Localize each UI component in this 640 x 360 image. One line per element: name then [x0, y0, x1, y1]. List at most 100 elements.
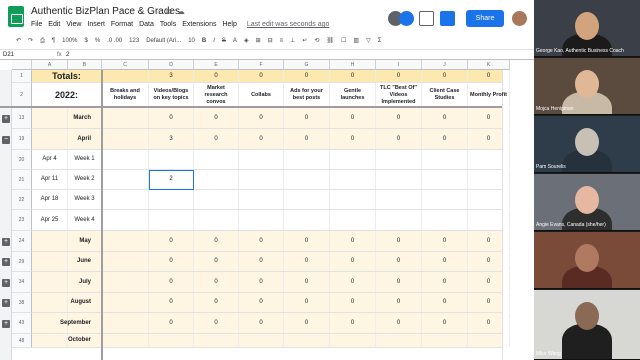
date-cell[interactable]: [32, 293, 68, 312]
participant-tile[interactable]: Mike Wang: [534, 290, 640, 360]
value-cell[interactable]: 0: [376, 293, 422, 312]
value-cell[interactable]: 0: [284, 272, 330, 292]
totals-value[interactable]: 3: [149, 70, 194, 82]
value-cell[interactable]: 0: [194, 313, 239, 333]
column-title[interactable]: Monthly Profit: [468, 83, 510, 107]
value-cell[interactable]: [330, 334, 376, 347]
totals-value[interactable]: 0: [376, 70, 422, 82]
value-cell[interactable]: [330, 190, 376, 209]
column-header[interactable]: J: [422, 60, 468, 70]
value-cell[interactable]: 0: [149, 252, 194, 271]
column-title[interactable]: Ads for your best posts: [284, 83, 330, 107]
value-cell[interactable]: 0: [149, 231, 194, 251]
chart-icon[interactable]: ▥: [353, 38, 359, 44]
value-cell[interactable]: 0: [149, 313, 194, 333]
value-cell[interactable]: [376, 190, 422, 209]
value-cell[interactable]: [194, 334, 239, 347]
value-cell[interactable]: 0: [468, 313, 510, 333]
menu-format[interactable]: Format: [111, 21, 133, 28]
value-cell[interactable]: 0: [239, 313, 284, 333]
value-cell[interactable]: 0: [422, 293, 468, 312]
column-title[interactable]: Gentle launches: [330, 83, 376, 107]
value-cell[interactable]: 0: [330, 293, 376, 312]
value-cell[interactable]: [284, 210, 330, 230]
value-cell[interactable]: 0: [149, 293, 194, 312]
value-cell[interactable]: 0: [194, 272, 239, 292]
value-cell[interactable]: 0: [284, 313, 330, 333]
selected-cell[interactable]: [149, 170, 194, 190]
row-header[interactable]: 29: [12, 252, 32, 272]
value-cell[interactable]: [149, 334, 194, 347]
functions-icon[interactable]: Σ: [378, 38, 382, 44]
fill-color-icon[interactable]: ◈: [244, 38, 249, 44]
row-header[interactable]: 23: [12, 210, 32, 231]
menu-help[interactable]: Help: [222, 21, 236, 28]
value-cell[interactable]: 0: [422, 231, 468, 251]
value-cell[interactable]: [468, 190, 510, 209]
week-label[interactable]: Week 1: [68, 150, 102, 169]
bold-button[interactable]: B: [202, 38, 206, 44]
value-cell[interactable]: [330, 210, 376, 230]
expand-group-icon[interactable]: +: [2, 299, 10, 307]
strike-button[interactable]: S: [222, 38, 226, 44]
value-cell[interactable]: [422, 210, 468, 230]
value-cell[interactable]: 0: [239, 231, 284, 251]
value-cell[interactable]: 0: [422, 272, 468, 292]
menu-insert[interactable]: Insert: [87, 21, 105, 28]
value-cell[interactable]: [102, 150, 149, 169]
value-cell[interactable]: [102, 334, 149, 347]
date-cell[interactable]: Apr 25: [32, 210, 68, 230]
valign-icon[interactable]: ⊥: [290, 38, 295, 44]
value-cell[interactable]: 0: [194, 252, 239, 271]
font-size-select[interactable]: 10: [188, 38, 195, 44]
month-label[interactable]: March: [68, 108, 102, 128]
row-header[interactable]: 24: [12, 231, 32, 252]
present-icon[interactable]: [440, 11, 455, 26]
row-header[interactable]: 22: [12, 190, 32, 210]
date-cell[interactable]: [32, 108, 68, 128]
row-header[interactable]: 20: [12, 150, 32, 170]
date-cell[interactable]: [32, 272, 68, 292]
redo-icon[interactable]: ↷: [28, 38, 33, 44]
value-cell[interactable]: 0: [194, 108, 239, 128]
value-cell[interactable]: [239, 170, 284, 189]
value-cell[interactable]: [468, 334, 510, 347]
font-select[interactable]: Default (Ari...: [146, 38, 181, 44]
value-cell[interactable]: 0: [194, 129, 239, 149]
totals-value[interactable]: 0: [330, 70, 376, 82]
expand-group-icon[interactable]: +: [2, 319, 10, 328]
column-title[interactable]: Collabs: [239, 83, 284, 107]
participant-tile[interactable]: George Kao, Authentic Business Coach: [534, 0, 640, 57]
value-cell[interactable]: [422, 190, 468, 209]
column-header[interactable]: G: [284, 60, 330, 70]
date-cell[interactable]: [32, 334, 68, 347]
frozen-row-divider[interactable]: [0, 106, 502, 108]
value-cell[interactable]: [284, 150, 330, 169]
month-label[interactable]: October: [68, 334, 102, 347]
column-title[interactable]: Videos/Blogs on key topics: [149, 83, 194, 107]
value-cell[interactable]: 0: [239, 129, 284, 149]
value-cell[interactable]: [102, 293, 149, 312]
value-cell[interactable]: 0: [330, 313, 376, 333]
percent-button[interactable]: %: [95, 38, 100, 44]
borders-icon[interactable]: ⊞: [256, 38, 261, 44]
totals-value[interactable]: 0: [239, 70, 284, 82]
row-header[interactable]: 43: [12, 313, 32, 334]
value-cell[interactable]: [239, 190, 284, 209]
value-cell[interactable]: 0: [330, 108, 376, 128]
italic-button[interactable]: I: [213, 38, 215, 44]
cloud-icon[interactable]: ☁: [177, 7, 185, 16]
value-cell[interactable]: 0: [239, 108, 284, 128]
sheets-logo-icon[interactable]: [8, 6, 24, 27]
value-cell[interactable]: [102, 170, 149, 189]
value-cell[interactable]: [376, 150, 422, 169]
value-cell[interactable]: [102, 210, 149, 230]
value-cell[interactable]: [102, 129, 149, 149]
value-cell[interactable]: 0: [330, 272, 376, 292]
value-cell[interactable]: 0: [284, 108, 330, 128]
value-cell[interactable]: 0: [376, 108, 422, 128]
date-cell[interactable]: [32, 129, 68, 149]
month-label[interactable]: July: [68, 272, 102, 292]
totals-value[interactable]: 0: [468, 70, 510, 82]
avatar[interactable]: [511, 10, 528, 27]
